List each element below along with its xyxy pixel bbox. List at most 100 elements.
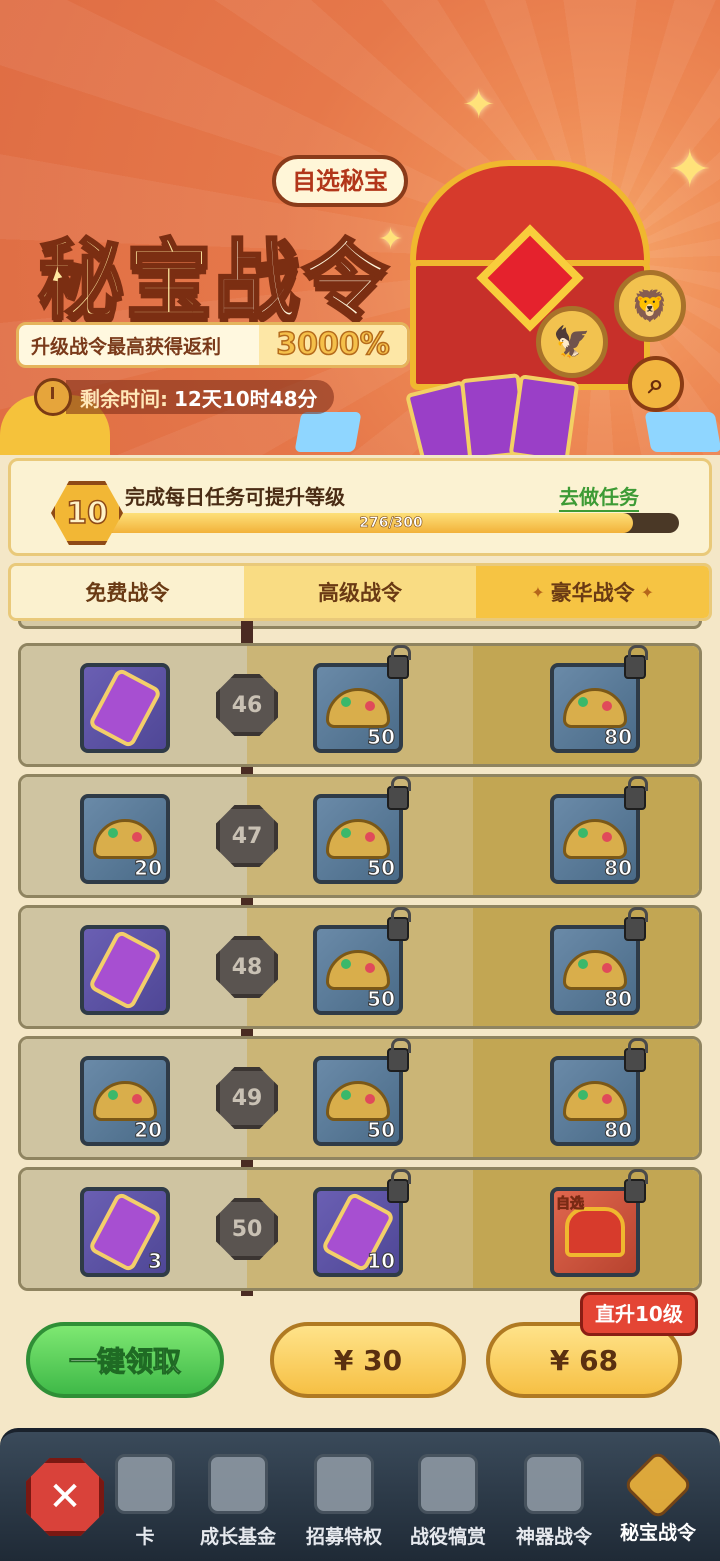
reward-qty: 80 xyxy=(604,1118,633,1143)
event-banner: ✦ ✦ ✦ 🦅 🦁 ⌕ 自选秘宝 秘宝战令 升级战令最高获得返利 3000% 剩… xyxy=(0,0,720,455)
reward-qty: 10 xyxy=(367,1249,396,1274)
search-icon[interactable]: ⌕ xyxy=(628,356,684,412)
card-icon xyxy=(314,1454,374,1514)
jump-level-badge: 直升10级 xyxy=(580,1292,698,1336)
claim-all-button[interactable]: 一键领取 xyxy=(26,1322,224,1398)
lock-icon xyxy=(624,645,648,679)
reward-qty: 20 xyxy=(134,1118,163,1143)
reward-item-lux[interactable]: 自选 xyxy=(550,1169,648,1277)
banner-title-part1: 秘宝 xyxy=(37,230,214,333)
go-task-link[interactable]: 去做任务 xyxy=(559,481,639,512)
reward-tag: 自选 xyxy=(556,1196,585,1213)
nav-item-partial[interactable]: 卡 xyxy=(110,1440,180,1560)
reward-item-free[interactable] xyxy=(80,663,170,753)
tab-free-pass[interactable]: 免费战令 xyxy=(11,566,244,618)
reward-qty: 3 xyxy=(148,1249,163,1274)
gold-icon xyxy=(326,950,390,990)
timer-label: 剩余时间: xyxy=(80,386,168,411)
gold-icon xyxy=(563,819,627,859)
reward-qty: 80 xyxy=(604,725,633,750)
reward-item-free[interactable]: 20 xyxy=(80,794,170,884)
gold-icon xyxy=(93,819,157,859)
reward-item-adv[interactable]: 50 xyxy=(313,907,411,1015)
reward-item-adv[interactable]: 50 xyxy=(313,776,411,884)
reward-qty: 50 xyxy=(367,987,396,1012)
reward-item-free[interactable]: 3 xyxy=(80,1187,170,1277)
jar-icon xyxy=(87,667,163,749)
star-icon: ✦ xyxy=(640,582,655,602)
star-badge-icon xyxy=(622,1449,694,1521)
nav-label: 战役犒赏 xyxy=(409,1526,486,1548)
tab-label: 免费战令 xyxy=(85,581,170,605)
nav-label: 招募特权 xyxy=(305,1526,382,1548)
gold-icon xyxy=(326,1081,390,1121)
reward-qty: 80 xyxy=(604,987,633,1012)
nav-label: 成长基金 xyxy=(199,1526,276,1548)
jar-icon xyxy=(87,929,163,1011)
banner-title-part2: 战令 xyxy=(213,230,390,333)
wings-icon xyxy=(524,1454,584,1514)
nav-item-artifact-pass[interactable]: 神器战令 xyxy=(504,1440,604,1560)
lock-icon xyxy=(387,1169,411,1203)
rebate-label: 升级战令最高获得返利 xyxy=(31,335,222,358)
reward-item-lux[interactable]: 80 xyxy=(550,907,648,1015)
blue-gem-art xyxy=(644,412,720,452)
row-stub xyxy=(18,621,702,629)
stopwatch-icon xyxy=(34,378,72,416)
reward-qty: 80 xyxy=(604,856,633,881)
pass-tabs: 免费战令 高级战令 ✦ 豪华战令 ✦ xyxy=(8,563,712,621)
bottom-nav: ✕ 卡 成长基金 招募特权 战役犒赏 神器战令 秘宝战令 xyxy=(0,1428,720,1561)
reward-item-adv[interactable]: 50 xyxy=(313,1038,411,1146)
gold-icon xyxy=(93,1081,157,1121)
title-bubble: 自选秘宝 xyxy=(272,155,408,207)
gold-icon xyxy=(326,688,390,728)
chest-icon xyxy=(208,1454,268,1514)
nav-label: 神器战令 xyxy=(515,1526,592,1548)
timer-value: 12天10时48分 xyxy=(174,386,318,411)
nav-item-campaign-reward[interactable]: 战役犒赏 xyxy=(398,1440,498,1560)
reward-item-adv[interactable]: 10 xyxy=(313,1169,411,1277)
lock-icon xyxy=(387,1038,411,1072)
reward-item-lux[interactable]: 80 xyxy=(550,776,648,884)
nav-item-growth-fund[interactable]: 成长基金 xyxy=(188,1440,288,1560)
level-node: 50 xyxy=(216,1198,278,1260)
task-hint: 完成每日任务可提升等级 xyxy=(125,485,345,509)
nav-label: 秘宝战令 xyxy=(619,1522,696,1544)
reward-item-adv[interactable]: 50 xyxy=(313,645,411,753)
gold-icon xyxy=(563,950,627,990)
cards-pile-art xyxy=(404,364,604,455)
reward-item-free[interactable] xyxy=(80,925,170,1015)
sparkle-icon: ✦ xyxy=(462,82,496,128)
tab-label: 豪华战令 xyxy=(550,581,635,605)
card-icon xyxy=(115,1454,175,1514)
reward-item-free[interactable]: 20 xyxy=(80,1056,170,1146)
lock-icon xyxy=(624,1038,648,1072)
banner-title: 秘宝战令 xyxy=(37,210,390,335)
star-icon: ✦ xyxy=(531,582,545,602)
tab-label: 高级战令 xyxy=(318,581,402,605)
rebate-value: 3000% xyxy=(259,325,407,365)
level-node: 49 xyxy=(216,1067,278,1129)
lock-icon xyxy=(624,776,648,810)
countdown-timer: 剩余时间: 12天10时48分 xyxy=(34,378,334,416)
tab-advanced-pass[interactable]: 高级战令 xyxy=(243,566,477,618)
reward-item-lux[interactable]: 80 xyxy=(550,645,648,753)
reward-list[interactable]: 50 80 46 20 50 80 47 50 80 48 20 50 80 49 3 10 自选 50 xyxy=(0,621,720,1296)
nav-item-treasure-pass[interactable]: 秘宝战令 xyxy=(608,1440,708,1560)
chest-icon xyxy=(565,1207,625,1257)
shield-icon xyxy=(418,1454,478,1514)
buy-advanced-button[interactable]: ¥ 30 xyxy=(270,1322,466,1398)
progress-text: 276/300 xyxy=(359,515,423,532)
nav-item-recruit-privilege[interactable]: 招募特权 xyxy=(294,1440,394,1560)
lock-icon xyxy=(624,1169,648,1203)
lock-icon xyxy=(387,907,411,941)
close-icon[interactable]: ✕ xyxy=(26,1458,104,1536)
gold-icon xyxy=(563,1081,627,1121)
tab-luxury-pass[interactable]: ✦ 豪华战令 ✦ xyxy=(476,566,709,618)
reward-qty: 20 xyxy=(134,856,163,881)
reward-qty: 50 xyxy=(367,856,396,881)
lock-icon xyxy=(387,776,411,810)
reward-item-lux[interactable]: 80 xyxy=(550,1038,648,1146)
blue-gem-art xyxy=(294,412,362,452)
rebate-box: 升级战令最高获得返利 3000% xyxy=(16,322,410,368)
